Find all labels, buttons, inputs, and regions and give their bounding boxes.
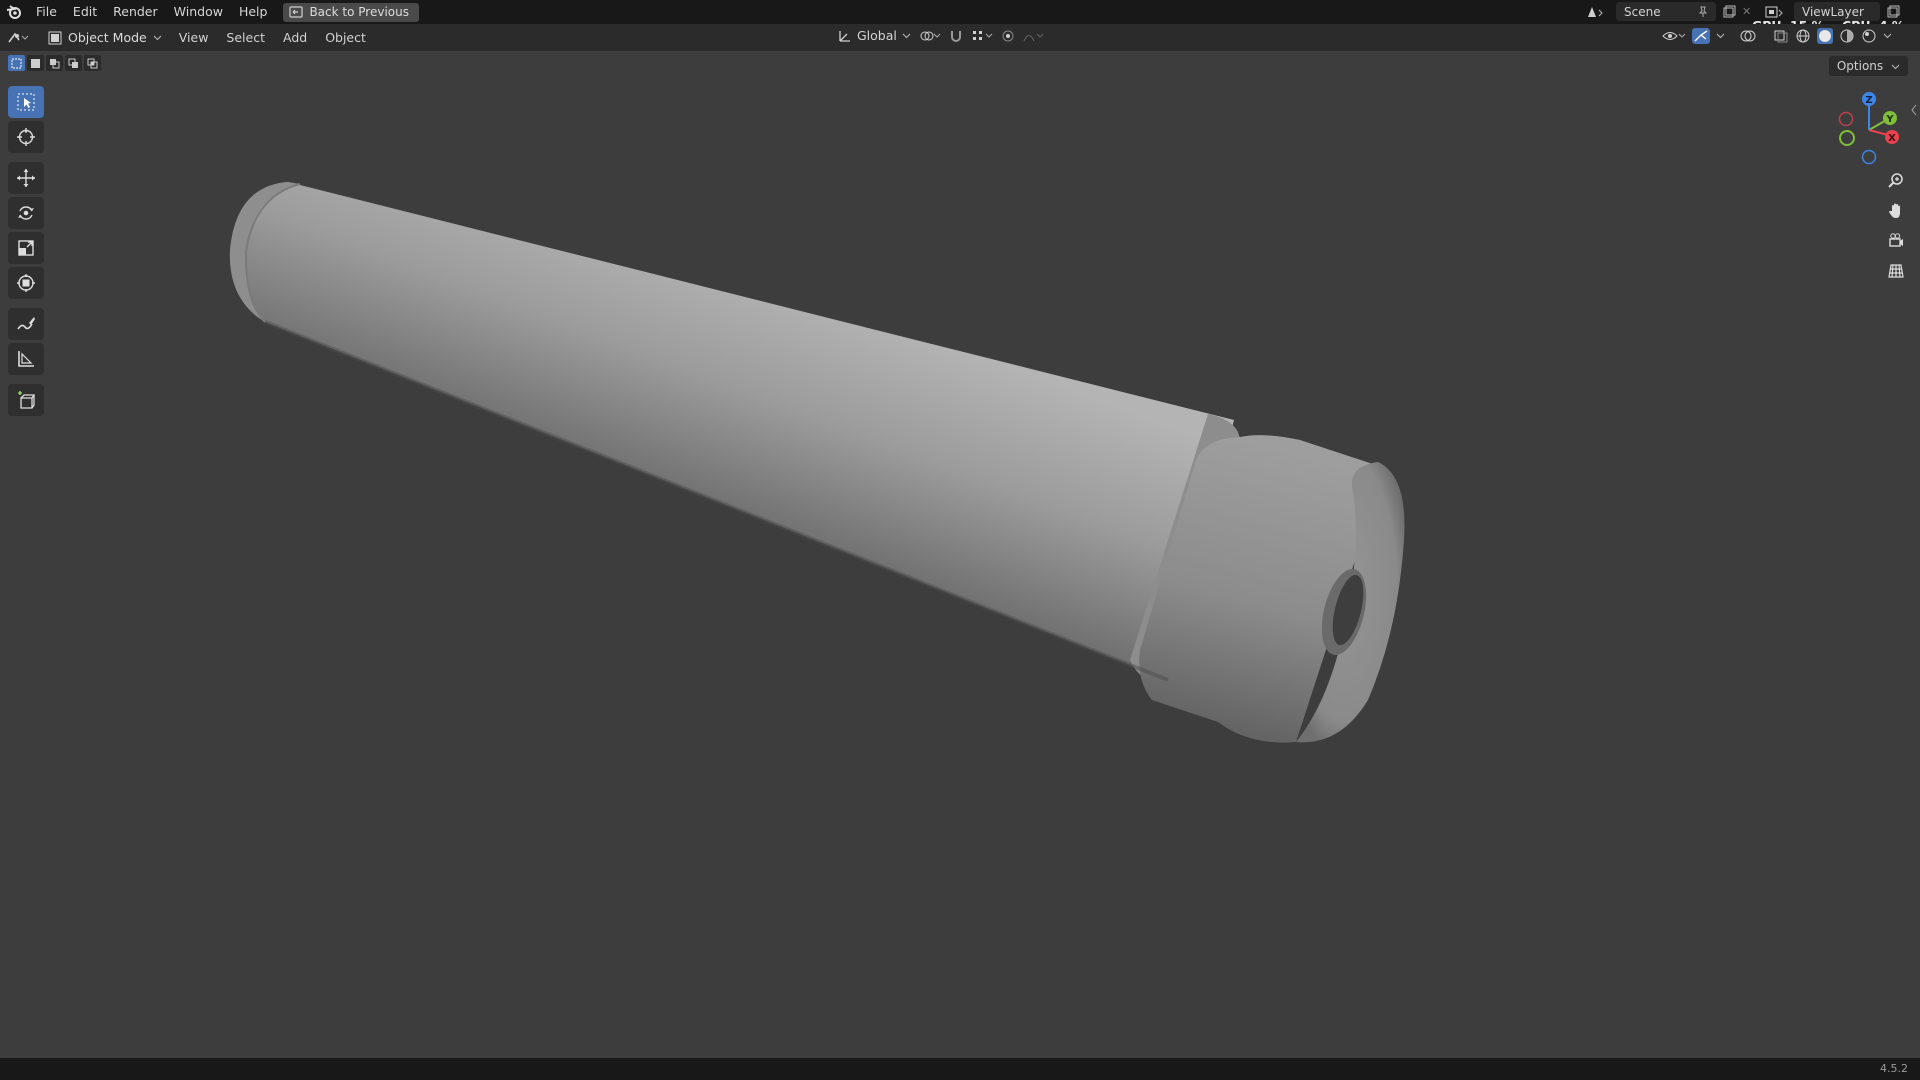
close-scene-icon[interactable]: ✕ [1742,5,1751,18]
top-menu-bar: File Edit Render Window Help Back to Pre… [0,0,1920,24]
scale-icon [16,238,36,258]
collapse-sidebar-icon[interactable] [1910,104,1918,116]
select-intersect-icon[interactable] [84,55,101,71]
annotate-tool[interactable] [8,308,44,340]
tool-shelf [8,86,48,419]
pan-button[interactable] [1882,198,1910,224]
3d-viewport[interactable] [0,51,1920,1058]
falloff-icon[interactable] [1023,29,1045,43]
blender-logo-icon[interactable] [0,0,28,24]
gizmo-y-label: Y [1885,114,1894,125]
camera-view-button[interactable] [1882,228,1910,254]
chevron-down-icon [1891,64,1900,70]
annotate-icon [16,314,36,334]
menu-help[interactable]: Help [231,0,276,24]
zoom-icon [1887,172,1905,190]
move-icon [16,168,36,188]
mode-dropdown[interactable]: Object Mode [40,28,170,47]
cursor-tool[interactable] [8,121,44,153]
snap-icon[interactable] [949,29,963,43]
transform-tool[interactable] [8,267,44,299]
status-bar: 4.5.2 [0,1058,1920,1080]
scene-selector[interactable]: Scene [1616,2,1716,21]
overlays-icon[interactable] [1739,29,1757,43]
select-extend-icon[interactable] [27,55,44,71]
gizmo-neg-y-axis[interactable] [1839,130,1855,146]
gizmo-z-label: Z [1865,95,1872,106]
pivot-point-icon[interactable] [919,29,941,43]
menu-render[interactable]: Render [105,0,166,24]
object-mode-icon [48,31,62,45]
rotate-icon [16,203,36,223]
xray-icon[interactable] [1773,29,1789,43]
menu-edit[interactable]: Edit [65,0,105,24]
select-subtract-icon[interactable] [46,55,63,71]
chevron-down-icon[interactable] [1883,33,1892,39]
gizmo-neg-x-axis[interactable] [1838,111,1854,127]
proportional-editing-icon[interactable] [1001,29,1015,43]
add-cube-icon [16,390,36,410]
select-difference-icon[interactable] [65,55,82,71]
gizmo-toggle-icon[interactable] [1692,28,1710,44]
menu-select[interactable]: Select [217,30,274,45]
snap-target-icon[interactable] [971,29,993,43]
wireframe-shading-icon[interactable] [1795,28,1811,44]
material-shading-icon[interactable] [1839,28,1855,44]
rotate-tool[interactable] [8,197,44,229]
options-label: Options [1836,59,1884,73]
select-new-icon[interactable] [8,55,25,71]
rendered-shading-icon[interactable] [1861,28,1877,44]
navigation-gizmo[interactable]: Z Y X [1832,88,1902,168]
gizmo-x-label: X [1888,133,1896,144]
new-scene-icon[interactable] [1722,5,1736,19]
orientation-dropdown[interactable]: Global [838,28,911,43]
menu-window[interactable]: Window [166,0,231,24]
orientation-icon [838,29,852,43]
view-layer-icon[interactable] [1762,5,1788,19]
scene-icon[interactable] [1582,5,1610,19]
new-view-layer-icon[interactable] [1886,5,1900,19]
version-label: 4.5.2 [1880,1062,1908,1075]
gizmo-neg-z-axis[interactable] [1861,149,1877,165]
add-cube-tool[interactable] [8,384,44,416]
pin-icon[interactable] [1698,6,1708,18]
visibility-icon[interactable] [1662,29,1686,43]
move-tool[interactable] [8,162,44,194]
grid-icon [1887,262,1905,280]
transform-icon [16,273,36,293]
back-to-previous-label: Back to Previous [309,4,409,19]
hand-icon [1887,202,1905,220]
view-layer-name: ViewLayer [1802,4,1864,19]
editor-type-icon[interactable] [0,31,36,45]
select-box-icon [16,92,36,112]
chevron-down-icon [902,33,911,39]
back-icon [289,6,304,18]
scale-tool[interactable] [8,232,44,264]
mode-label: Object Mode [68,30,147,45]
select-box-tool[interactable] [8,86,44,118]
menu-object[interactable]: Object [316,30,375,45]
camera-icon [1887,232,1905,250]
back-to-previous-button[interactable]: Back to Previous [283,2,419,22]
options-dropdown[interactable]: Options [1828,56,1908,76]
zoom-button[interactable] [1882,168,1910,194]
chevron-down-icon[interactable] [1716,33,1725,39]
chevron-down-icon [153,35,162,41]
cursor-icon [16,127,36,147]
measure-icon [16,349,36,369]
viewport-header: Object Mode View Select Add Object Globa… [0,24,1920,51]
measure-tool[interactable] [8,343,44,375]
cylinder-mesh[interactable] [0,51,1920,1058]
menu-file[interactable]: File [28,0,65,24]
orientation-label: Global [857,28,897,43]
menu-add[interactable]: Add [274,30,316,45]
perspective-toggle-button[interactable] [1882,258,1910,284]
selection-mode-buttons [8,55,101,71]
menu-view[interactable]: View [170,30,218,45]
scene-name: Scene [1624,4,1661,19]
solid-shading-icon[interactable] [1817,28,1833,44]
